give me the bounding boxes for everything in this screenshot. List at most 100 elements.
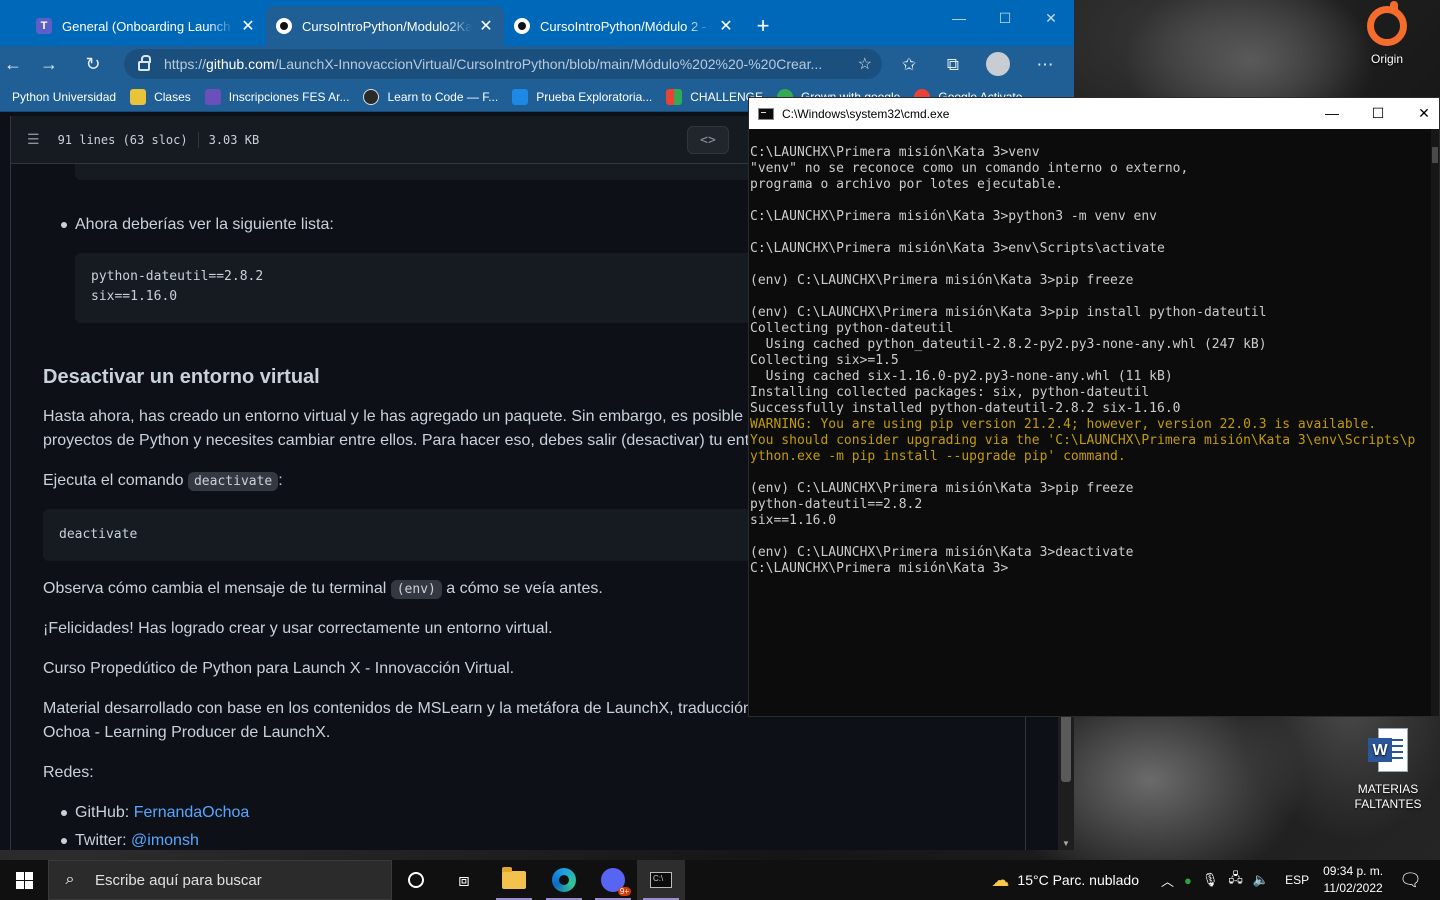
weather-icon[interactable]: ☁ [991, 870, 1009, 891]
back-icon[interactable]: ← [0, 52, 26, 76]
cmd-title-bar[interactable]: C:\Windows\system32\cmd.exe — ☐ ✕ [749, 98, 1439, 129]
close-tab-icon[interactable]: ✕ [718, 16, 734, 36]
cmd-line: Collecting six>=1.5 [750, 353, 899, 368]
taskbar-cmd[interactable]: C:\ [637, 860, 685, 900]
outline-list-icon[interactable]: ☰ [27, 132, 40, 148]
inline-code: (env) [390, 580, 442, 599]
cmd-output[interactable]: C:\LAUNCHX\Primera misión\Kata 3>venv "ve… [749, 129, 1433, 716]
origin-label: Origin [1370, 52, 1403, 66]
cmd-window: C:\Windows\system32\cmd.exe — ☐ ✕ C:\LAU… [748, 97, 1440, 717]
more-menu-icon[interactable]: ⋯ [1034, 54, 1056, 76]
network-icon[interactable]: 🖧 [1228, 869, 1243, 891]
refresh-icon[interactable]: ↻ [80, 52, 106, 76]
start-button[interactable] [0, 860, 48, 900]
cmd-line: Using cached python_dateutil-2.8.2-py2.p… [750, 337, 1267, 352]
task-view-button[interactable]: ⧈ [440, 860, 488, 900]
status-icon[interactable]: ● [1184, 873, 1192, 888]
cmd-line: (env) C:\LAUNCHX\Primera misión\Kata 3>p… [750, 305, 1267, 320]
cmd-line: "venv" no se reconoce como un comando in… [750, 161, 1189, 176]
word-doc-label-line2: FALTANTES [1354, 797, 1422, 811]
weather-text[interactable]: 15°C Parc. nublado [1017, 872, 1139, 888]
paragraph-credits-line1: Material desarrollado con base en los co… [43, 700, 752, 717]
paragraph-congrats: ¡Felicidades! Has logrado crear y usar c… [43, 620, 553, 637]
bookmark-prueba-exploratoria[interactable]: Prueba Exploratoria... [512, 88, 652, 105]
taskbar-search[interactable]: ⌕ Escribe aquí para buscar [48, 860, 392, 900]
clock[interactable]: 09:34 p. m. 11/02/2022 [1323, 863, 1383, 897]
add-favorite-icon[interactable]: ☆ [858, 54, 872, 74]
cmd-line: You should consider upgrading via the 'C… [750, 433, 1416, 448]
github-profile-link[interactable]: FernandaOchoa [134, 804, 250, 821]
language-indicator[interactable]: ESP [1285, 873, 1309, 887]
microphone-icon[interactable]: 🎙 [1202, 872, 1219, 888]
tab-label: CursoIntroPython/Modulo2Kata [302, 18, 472, 34]
volume-icon[interactable]: 🔈 [1253, 872, 1269, 888]
bookmark-clases[interactable]: Clases [130, 88, 191, 105]
folder-icon [502, 867, 526, 889]
taskbar: ⌕ Escribe aquí para buscar ⧈ 9+ C:\ ☁ 15… [0, 860, 1440, 900]
taskbar-edge[interactable] [540, 860, 588, 900]
cmd-line [750, 257, 1433, 273]
url-text: https://github.com/LaunchX-InnovaccionVi… [164, 56, 823, 72]
cortana-button[interactable] [392, 860, 440, 900]
collections-icon[interactable]: ⧉ [942, 54, 964, 76]
close-tab-icon[interactable]: ✕ [240, 16, 256, 36]
github-icon [276, 18, 292, 34]
forward-icon[interactable]: → [36, 52, 62, 76]
origin-icon [1367, 1, 1407, 46]
tab-teams-general[interactable]: T General (Onboarding Launch X B ✕ [26, 6, 266, 46]
origin-desktop-shortcut[interactable]: Origin [1356, 1, 1418, 66]
bookmark-icon [204, 88, 221, 105]
paragraph-observe: Observa cómo cambia el mensaje de tu ter… [43, 580, 603, 599]
taskbar-file-explorer[interactable] [490, 860, 538, 900]
cmd-scrollbar[interactable] [1431, 129, 1439, 716]
list-item-twitter: Twitter: @imonsh [75, 832, 199, 849]
bookmark-icon [0, 89, 4, 105]
search-placeholder: Escribe aquí para buscar [95, 871, 262, 889]
tab-github-modulo2[interactable]: CursoIntroPython/Módulo 2 - Cr ✕ [504, 6, 744, 46]
new-tab-button[interactable]: + [748, 6, 778, 46]
word-icon: W [1368, 728, 1408, 774]
list-item-github: GitHub: FernandaOchoa [75, 804, 250, 821]
inline-code: deactivate [187, 472, 279, 491]
bookmark-python-universidad[interactable]: Python Universidad [0, 89, 116, 105]
close-window-icon[interactable]: ✕ [1401, 98, 1440, 129]
maximize-icon[interactable]: ☐ [1355, 98, 1401, 129]
paragraph-credits-line2: Ochoa - Learning Producer de LaunchX. [43, 724, 331, 741]
word-document-shortcut[interactable]: W MATERIAS FALTANTES [1352, 728, 1424, 812]
bookmark-learn-to-code[interactable]: Learn to Code — F... [363, 88, 498, 105]
cmd-line: python-dateutil==2.8.2 [750, 497, 923, 512]
scrollbar-thumb[interactable] [1061, 712, 1071, 782]
twitter-profile-link[interactable]: @imonsh [131, 832, 199, 849]
display-source-button[interactable]: <> [687, 126, 729, 154]
cmd-line: six==1.16.0 [750, 513, 837, 528]
edge-icon [552, 868, 576, 892]
cmd-line: Using cached six-1.16.0-py2.py3-none-any… [750, 369, 1173, 384]
paragraph-redes: Redes: [43, 764, 94, 781]
taskbar-discord[interactable]: 9+ [589, 860, 637, 900]
bookmark-icon [666, 88, 683, 105]
cmd-title: C:\Windows\system32\cmd.exe [782, 106, 950, 121]
show-hidden-icons[interactable]: ︿ [1161, 871, 1174, 890]
task-view-icon: ⧈ [458, 869, 470, 890]
file-size: 3.03 KB [208, 132, 260, 147]
notifications-icon[interactable]: 🗨 [1399, 870, 1422, 891]
close-window-icon[interactable]: ✕ [1028, 10, 1074, 27]
bookmark-icon [512, 88, 529, 105]
code-block-deactivate: deactivate [43, 509, 783, 561]
favorites-icon[interactable]: ✩ [898, 54, 920, 76]
minimize-icon[interactable]: — [1309, 98, 1355, 129]
bookmark-inscripciones[interactable]: Inscripciones FES Ar... [204, 88, 349, 105]
close-tab-icon[interactable]: ✕ [478, 16, 494, 36]
cmd-line: C:\LAUNCHX\Primera misión\Kata 3>venv [750, 145, 1040, 160]
tab-label: CursoIntroPython/Módulo 2 - Cr [540, 18, 712, 34]
tab-github-modulo2kata[interactable]: CursoIntroPython/Modulo2Kata ✕ [266, 6, 504, 46]
profile-avatar[interactable] [986, 52, 1010, 76]
paragraph-run-command: Ejecuta el comando deactivate: [43, 472, 283, 491]
minimize-icon[interactable]: — [936, 10, 982, 26]
discord-icon: 9+ [601, 868, 631, 896]
cmd-line: Installing collected packages: six, pyth… [750, 385, 1150, 400]
scroll-down-icon[interactable]: ▼ [1058, 839, 1074, 848]
address-bar[interactable]: https://github.com/LaunchX-InnovaccionVi… [124, 49, 882, 79]
terminal-icon: C:\ [650, 872, 672, 888]
maximize-icon[interactable]: ☐ [982, 10, 1028, 27]
